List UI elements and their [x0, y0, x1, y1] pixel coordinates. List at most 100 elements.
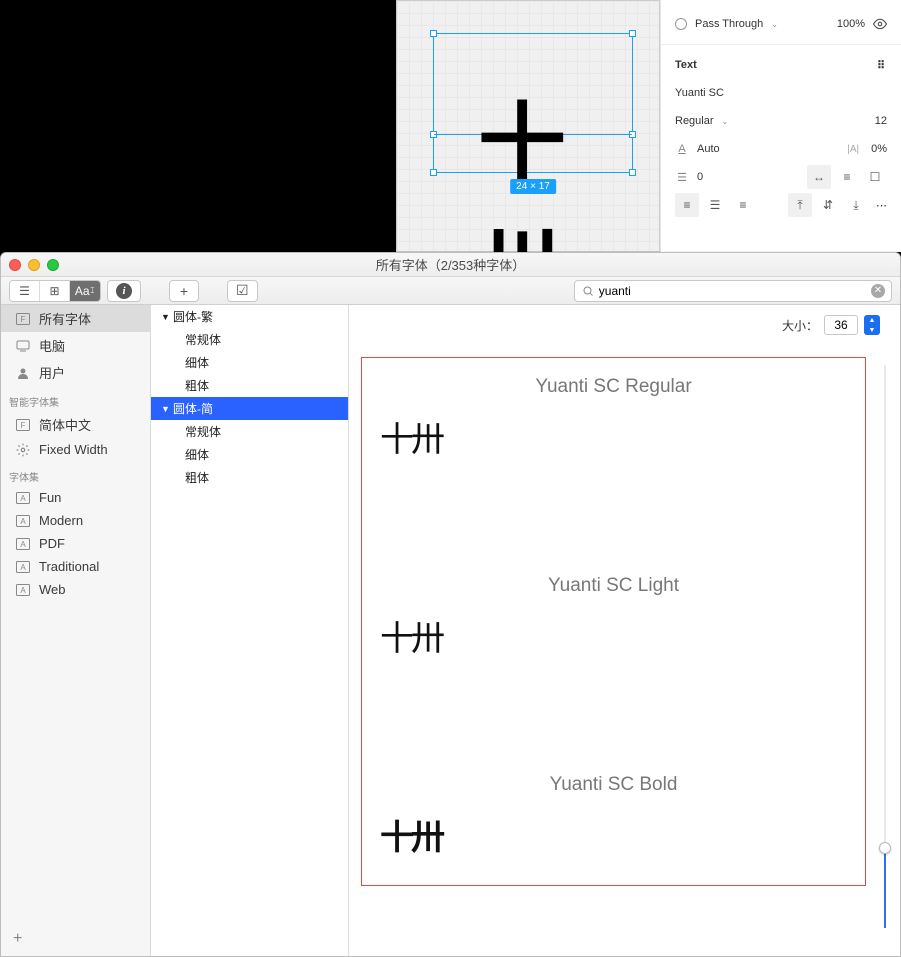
collection-icon: A	[15, 583, 31, 597]
window-title: 所有字体（2/353种字体）	[1, 255, 900, 274]
auto-width-button[interactable]: ↔	[807, 165, 831, 189]
font-list: ▼圆体-繁 常规体 细体 粗体 ▼圆体-简 常规体 细体 粗体	[151, 305, 349, 956]
align-bottom-button[interactable]: ⤓	[844, 193, 868, 217]
sidebar-item-user[interactable]: 用户	[1, 359, 150, 386]
preview-title-light: Yuanti SC Light	[380, 575, 847, 597]
preview-title-regular: Yuanti SC Regular	[380, 376, 847, 398]
stepper-down-icon[interactable]: ▼	[864, 325, 880, 335]
sidebar-item-sc[interactable]: F 简体中文	[1, 411, 150, 438]
sidebar-item-fun[interactable]: A Fun	[1, 486, 150, 509]
more-options-button[interactable]: ⋯	[876, 199, 887, 212]
add-button[interactable]: +	[169, 280, 199, 302]
resize-handle-tr[interactable]	[629, 30, 636, 37]
font-family-select[interactable]: Yuanti SC	[675, 87, 724, 99]
view-list-button[interactable]: ☰	[10, 281, 40, 301]
size-stepper[interactable]: ▲▼	[864, 315, 880, 335]
svg-text:F: F	[21, 315, 26, 324]
design-canvas[interactable]: 十卅 24 × 17	[396, 0, 660, 252]
resize-handle-tl[interactable]	[430, 30, 437, 37]
user-icon	[15, 366, 31, 380]
selection-size-badge: 24 × 17	[510, 179, 556, 194]
svg-text:A: A	[20, 586, 26, 595]
chevron-down-icon[interactable]: ⌄	[771, 20, 778, 29]
selection-box[interactable]: 十卅 24 × 17	[433, 33, 633, 173]
text-style-button[interactable]: ⠿	[877, 59, 887, 72]
sidebar-item-computer[interactable]: 电脑	[1, 332, 150, 359]
sidebar-item-label: Fun	[39, 490, 61, 505]
sidebar-item-label: Fixed Width	[39, 442, 108, 457]
search-icon	[581, 284, 595, 298]
disclosure-triangle-icon[interactable]: ▼	[161, 312, 171, 322]
align-center-button[interactable]: ☰	[703, 193, 727, 217]
sidebar-item-fixed-width[interactable]: Fixed Width	[1, 438, 150, 461]
chevron-down-icon[interactable]: ⌄	[722, 117, 729, 126]
blend-mode-icon	[675, 18, 687, 30]
collection-icon: A	[15, 560, 31, 574]
font-weight-select[interactable]: Regular	[675, 115, 714, 127]
align-top-button[interactable]: ⤒	[788, 193, 812, 217]
view-sample-button[interactable]: Aa𝙸	[70, 281, 100, 301]
font-style-bold[interactable]: 粗体	[151, 466, 348, 489]
font-style-regular[interactable]: 常规体	[151, 420, 348, 443]
validate-button[interactable]: ☑	[227, 280, 258, 302]
size-slider-thumb[interactable]	[879, 842, 891, 854]
size-input[interactable]	[824, 315, 858, 335]
sidebar-item-pdf[interactable]: A PDF	[1, 532, 150, 555]
align-right-button[interactable]: ≡	[731, 193, 755, 217]
font-style-light[interactable]: 细体	[151, 351, 348, 374]
align-left-button[interactable]: ≡	[675, 193, 699, 217]
svg-text:A: A	[20, 517, 26, 526]
paragraph-spacing-input[interactable]: 0	[697, 171, 703, 183]
resize-handle-bl[interactable]	[430, 169, 437, 176]
svg-text:A: A	[20, 540, 26, 549]
preview-pane: 大小： ▲▼ Yuanti SC Regular 十卅 Yuanti SC Li…	[349, 305, 900, 956]
align-middle-button[interactable]: ⇵	[816, 193, 840, 217]
collection-icon: A	[15, 491, 31, 505]
sidebar-item-label: 用户	[39, 363, 65, 382]
opacity-input[interactable]: 100%	[837, 18, 865, 30]
view-grid-button[interactable]: ⊞	[40, 281, 70, 301]
search-input[interactable]	[599, 284, 867, 298]
font-family-tc[interactable]: ▼圆体-繁	[151, 305, 348, 328]
info-button[interactable]: i	[107, 280, 141, 302]
sidebar-item-modern[interactable]: A Modern	[1, 509, 150, 532]
stepper-up-icon[interactable]: ▲	[864, 315, 880, 325]
line-height-input[interactable]: Auto	[697, 143, 720, 155]
view-mode-segment: ☰ ⊞ Aa𝙸	[9, 280, 101, 302]
svg-text:F: F	[21, 421, 26, 430]
computer-icon	[15, 339, 31, 353]
sidebar-item-label: 电脑	[39, 336, 65, 355]
sidebar-item-label: Modern	[39, 513, 83, 528]
font-style-bold[interactable]: 粗体	[151, 374, 348, 397]
sidebar-item-label: 所有字体	[39, 309, 91, 328]
eye-icon[interactable]	[873, 17, 887, 31]
blend-mode-select[interactable]: Pass Through	[695, 18, 763, 30]
sidebar-item-web[interactable]: A Web	[1, 578, 150, 601]
auto-height-button[interactable]: ≡	[835, 165, 859, 189]
size-slider-fill	[884, 846, 886, 928]
fixed-size-button[interactable]: ☐	[863, 165, 887, 189]
add-collection-button[interactable]: +	[1, 922, 150, 956]
sidebar-item-label: PDF	[39, 536, 65, 551]
paragraph-spacing-icon: ☰	[675, 170, 689, 184]
disclosure-triangle-icon[interactable]: ▼	[161, 404, 171, 414]
sidebar-item-all-fonts[interactable]: F 所有字体	[1, 305, 150, 332]
collection-icon: A	[15, 537, 31, 551]
window-titlebar[interactable]: 所有字体（2/353种字体）	[1, 253, 900, 277]
gear-icon	[15, 443, 31, 457]
font-style-light[interactable]: 细体	[151, 443, 348, 466]
preview-highlight-box: Yuanti SC Regular 十卅 Yuanti SC Light 十卅 …	[361, 357, 866, 886]
fontbook-window: 所有字体（2/353种字体） ☰ ⊞ Aa𝙸 i + ☑ ✕ F 所有字体	[0, 252, 901, 957]
search-field[interactable]: ✕	[574, 280, 892, 302]
font-family-sc[interactable]: ▼圆体-简	[151, 397, 348, 420]
svg-text:A: A	[20, 494, 26, 503]
text-section-title: Text	[675, 59, 697, 71]
sidebar-item-traditional[interactable]: A Traditional	[1, 555, 150, 578]
sidebar-item-label: Traditional	[39, 559, 99, 574]
letter-spacing-input[interactable]: 0%	[871, 143, 887, 155]
sidebar-group-smart: 智能字体集	[1, 386, 150, 411]
font-style-regular[interactable]: 常规体	[151, 328, 348, 351]
preview-sample-regular: 十卅	[380, 412, 847, 461]
font-size-input[interactable]: 12	[875, 115, 887, 127]
clear-search-button[interactable]: ✕	[871, 284, 885, 298]
